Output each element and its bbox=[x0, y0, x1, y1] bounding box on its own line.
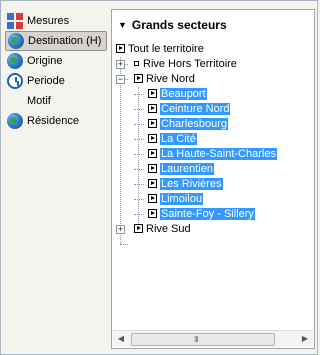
tree-node-label: Laurentien bbox=[160, 163, 214, 175]
sidebar-item-label: Résidence bbox=[27, 115, 79, 127]
horizontal-scrollbar[interactable]: ◀ III ▶ bbox=[113, 330, 313, 347]
sidebar-item-label: Periode bbox=[27, 75, 65, 87]
tree-node-label: Limoilou bbox=[160, 193, 203, 205]
dimension-icon bbox=[148, 118, 157, 128]
tree-connector bbox=[134, 214, 144, 215]
blank-icon bbox=[7, 93, 23, 109]
tree-connector bbox=[134, 169, 144, 170]
tree-node-label: Beauport bbox=[160, 88, 207, 100]
tree-connector bbox=[134, 154, 144, 155]
tree-node-les-rivieres[interactable]: Les Rivières bbox=[116, 177, 310, 192]
collapse-minus-icon[interactable]: − bbox=[116, 75, 125, 84]
grid-icon bbox=[7, 13, 23, 29]
tree-node-label: Charlesbourg bbox=[160, 118, 229, 130]
clock-icon bbox=[7, 73, 23, 89]
scrollbar-thumb[interactable]: III bbox=[131, 333, 275, 346]
tree-connector bbox=[120, 244, 128, 245]
dimension-icon bbox=[148, 103, 157, 113]
tree-connector bbox=[134, 139, 144, 140]
tree-panel: ▼ Grands secteurs Tout le territoire + R… bbox=[111, 9, 315, 349]
tree-connector bbox=[134, 199, 144, 200]
tree-node-label: Les Rivières bbox=[160, 178, 223, 190]
tree-node-ceinture-nord[interactable]: Ceinture Nord bbox=[116, 102, 310, 117]
dimension-icon bbox=[148, 178, 157, 188]
tree-node-rive-nord[interactable]: − Rive Nord bbox=[116, 72, 310, 87]
globe-icon bbox=[7, 53, 23, 69]
expand-plus-icon[interactable]: + bbox=[116, 60, 125, 69]
dimension-icon bbox=[148, 148, 157, 158]
dimension-icon bbox=[148, 133, 157, 143]
tree-node-label: Rive Sud bbox=[146, 223, 191, 235]
tree-node-label: Rive Hors Territoire bbox=[143, 58, 237, 70]
sidebar-item-residence[interactable]: Résidence bbox=[5, 111, 107, 131]
dimension-icon bbox=[134, 73, 143, 83]
tree-node-label: Tout le territoire bbox=[128, 43, 204, 55]
panel-title-text: Grands secteurs bbox=[131, 18, 227, 32]
tree-node-label: Rive Nord bbox=[146, 73, 195, 85]
dimension-icon bbox=[148, 193, 157, 203]
tree-node-label: Sainte-Foy - Sillery bbox=[160, 208, 255, 220]
sidebar-item-label: Destination (H) bbox=[28, 35, 102, 47]
tree-node-rive-hors[interactable]: + Rive Hors Territoire bbox=[116, 57, 310, 72]
tree-node-sainte-foy-sillery[interactable]: Sainte-Foy - Sillery bbox=[116, 207, 310, 222]
caret-down-icon: ▼ bbox=[118, 20, 127, 30]
tree-node-la-cite[interactable]: La Cité bbox=[116, 132, 310, 147]
dimension-icon bbox=[148, 208, 157, 218]
sidebar-item-mesures[interactable]: Mesures bbox=[5, 11, 107, 31]
dimension-icon bbox=[116, 43, 125, 53]
panel-title[interactable]: ▼ Grands secteurs bbox=[118, 18, 227, 32]
tree-node-label: Ceinture Nord bbox=[160, 103, 231, 115]
dimension-icon bbox=[134, 223, 143, 233]
tree-node-haute-saint-charles[interactable]: La Haute-Saint-Charles bbox=[116, 147, 310, 162]
tree: Tout le territoire + Rive Hors Territoir… bbox=[116, 42, 310, 245]
globe-icon bbox=[8, 33, 24, 49]
sidebar-item-periode[interactable]: Periode bbox=[5, 71, 107, 91]
dimension-icon bbox=[148, 163, 157, 173]
tree-node-beauport[interactable]: Beauport bbox=[116, 87, 310, 102]
tree-connector bbox=[134, 109, 144, 110]
window-frame: Mesures Destination (H) Origine Periode … bbox=[0, 0, 318, 355]
tree-node-label: La Cité bbox=[160, 133, 197, 145]
dimension-icon bbox=[148, 88, 157, 98]
tree-node-rive-sud[interactable]: + Rive Sud bbox=[116, 222, 310, 237]
globe-icon bbox=[7, 113, 23, 129]
tree-connector bbox=[134, 94, 144, 95]
sidebar-item-label: Mesures bbox=[27, 15, 70, 27]
sidebar-item-label: Motif bbox=[27, 95, 51, 107]
sidebar-item-destination[interactable]: Destination (H) bbox=[5, 31, 107, 51]
expand-plus-icon[interactable]: + bbox=[116, 225, 125, 234]
sidebar-item-label: Origine bbox=[27, 55, 63, 67]
scrollbar-grip: III bbox=[194, 335, 199, 344]
tree-connector bbox=[134, 124, 144, 125]
sidebar-item-origine[interactable]: Origine bbox=[5, 51, 107, 71]
square-icon bbox=[134, 60, 139, 66]
scroll-left-icon[interactable]: ◀ bbox=[113, 331, 129, 347]
sidebar: Mesures Destination (H) Origine Periode … bbox=[5, 11, 107, 131]
tree-node-limoilou[interactable]: Limoilou bbox=[116, 192, 310, 207]
tree-connector bbox=[134, 184, 144, 185]
tree-node-label: La Haute-Saint-Charles bbox=[160, 148, 277, 160]
tree-node-charlesbourg[interactable]: Charlesbourg bbox=[116, 117, 310, 132]
sidebar-item-motif[interactable]: Motif bbox=[5, 91, 107, 111]
tree-node-laurentien[interactable]: Laurentien bbox=[116, 162, 310, 177]
tree-node-root[interactable]: Tout le territoire bbox=[116, 42, 310, 57]
scroll-right-icon[interactable]: ▶ bbox=[297, 331, 313, 347]
